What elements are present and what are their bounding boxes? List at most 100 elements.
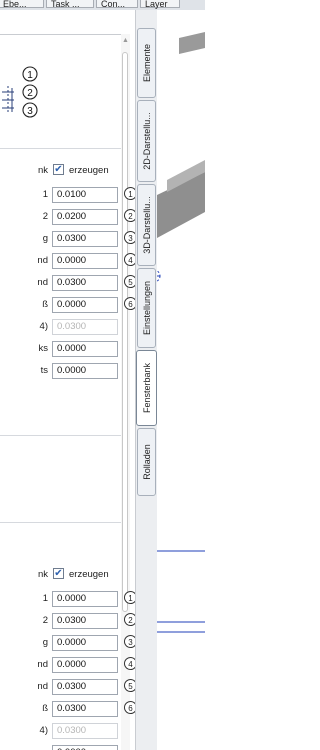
marker-badge: 4	[124, 253, 135, 266]
tab-fensterbank[interactable]: Fensterbank	[136, 350, 157, 426]
tab-label: Con...	[101, 0, 126, 9]
value-input[interactable]: 0.0000	[52, 657, 118, 673]
tab-task[interactable]: Task ...	[46, 0, 94, 9]
row-label: g	[42, 233, 48, 244]
divider	[0, 148, 121, 149]
marker-badge: 1	[124, 591, 135, 604]
row-label: 4)	[39, 725, 48, 736]
create-checkbox[interactable]: ✔	[53, 164, 64, 175]
param-row: g 0.0300 3	[0, 231, 135, 247]
diagram-marker-1: 1	[27, 70, 33, 81]
tab-label: Einstellungen	[141, 280, 152, 336]
row-label: ks	[38, 343, 49, 354]
marker-badge: 6	[124, 297, 135, 310]
marker-badge: 6	[124, 701, 135, 714]
value-input[interactable]: 0.0000	[52, 253, 118, 269]
divider	[0, 435, 121, 436]
row-label: ß	[42, 703, 48, 714]
value-input[interactable]: 0.0000	[52, 363, 118, 379]
tab-3d-darstellung[interactable]: 3D-Darstellu...	[137, 184, 156, 266]
create-row: nk ✔ erzeugen	[0, 567, 121, 583]
top-tab-strip: Ebe... Task ... Con... Layer	[0, 0, 205, 10]
marker-badge: 2	[124, 613, 135, 626]
sill-profile-diagram: 1 2 3	[0, 60, 120, 140]
marker-badge: 4	[124, 657, 135, 670]
create-label: erzeugen	[69, 165, 109, 176]
param-row: ks 0.0000	[0, 341, 121, 357]
value-input[interactable]: 0.0000	[52, 591, 118, 607]
scroll-thumb[interactable]	[122, 52, 128, 612]
tab-label: Ebe...	[3, 0, 27, 9]
row-label: nd	[37, 681, 48, 692]
value-input[interactable]: 0.0300	[52, 231, 118, 247]
row-label: nd	[37, 659, 48, 670]
value-input[interactable]: 0.0000	[52, 635, 118, 651]
param-row: 2 0.0200 2	[0, 209, 135, 225]
value-input[interactable]: 0.0000	[52, 297, 118, 313]
value-input[interactable]: 0.0100	[52, 187, 118, 203]
param-row: 4) 0.0300	[0, 319, 121, 335]
tab-layer[interactable]: Layer	[140, 0, 180, 9]
crosshair-icon	[157, 270, 161, 282]
param-row: g 0.0000 3	[0, 635, 135, 651]
marker-badge: 5	[124, 275, 135, 288]
diagram-marker-2: 2	[27, 88, 33, 99]
tab-2d-darstellung[interactable]: 2D-Darstellu...	[137, 100, 156, 182]
value-input[interactable]: 0.0300	[52, 701, 118, 717]
cad-viewport[interactable]	[157, 10, 205, 750]
value-input[interactable]: 0.0000	[52, 745, 118, 750]
param-row: ß 0.0000 6	[0, 297, 135, 313]
tab-label: Task ...	[51, 0, 80, 9]
row-label: ß	[42, 299, 48, 310]
tab-label: 2D-Darstellu...	[141, 112, 152, 170]
row-label: nk	[37, 569, 48, 580]
param-row: nd 0.0300 5	[0, 679, 135, 695]
create-checkbox[interactable]: ✔	[53, 568, 64, 579]
value-input[interactable]: 0.0200	[52, 209, 118, 225]
param-row: 1 0.0000 1	[0, 591, 135, 607]
row-label: 4)	[39, 321, 48, 332]
tab-label: Elemente	[141, 43, 152, 83]
row-label: 2	[42, 615, 48, 626]
tab-label: Rolladen	[141, 444, 152, 480]
3d-wall-shape	[157, 32, 205, 238]
value-input[interactable]: 0.0300	[52, 613, 118, 629]
param-row: nd 0.0000 4	[0, 253, 135, 269]
param-row: nd 0.0000 4	[0, 657, 135, 673]
side-tab-strip: Elemente 2D-Darstellu... 3D-Darstellu...…	[135, 10, 158, 750]
tab-einstellungen[interactable]: Einstellungen	[137, 268, 156, 348]
param-row: 2 0.0300 2	[0, 613, 135, 629]
tab-label: Fensterbank	[141, 362, 152, 414]
value-input[interactable]: 0.0300	[52, 275, 118, 291]
scroll-up-icon[interactable]: ▲	[121, 36, 130, 46]
row-label: nk	[37, 165, 48, 176]
row-label: 1	[42, 593, 48, 604]
tab-ebenen[interactable]: Ebe...	[0, 0, 44, 9]
param-row: 1 0.0100 1	[0, 187, 135, 203]
value-input: 0.0300	[52, 723, 118, 739]
row-label: nd	[37, 255, 48, 266]
tab-rolladen[interactable]: Rolladen	[137, 428, 156, 496]
tab-label: 3D-Darstellu...	[141, 196, 152, 254]
param-row: 0.0000	[0, 745, 121, 750]
profile-lines-icon	[2, 86, 14, 114]
row-label: ts	[40, 365, 48, 376]
tab-elemente[interactable]: Elemente	[137, 28, 156, 98]
row-label: nd	[37, 277, 48, 288]
row-label: g	[42, 637, 48, 648]
value-input[interactable]: 0.0300	[52, 679, 118, 695]
value-input[interactable]: 0.0000	[52, 341, 118, 357]
param-row: ts 0.0000	[0, 363, 121, 379]
marker-badge: 2	[124, 209, 135, 222]
marker-badge: 1	[124, 187, 135, 200]
tab-connect[interactable]: Con...	[96, 0, 138, 9]
divider	[0, 522, 121, 523]
marker-badge: 3	[124, 231, 135, 244]
param-row: 4) 0.0300	[0, 723, 121, 739]
diagram-marker-3: 3	[27, 106, 33, 117]
row-label: 2	[42, 211, 48, 222]
tab-label: Layer	[145, 0, 168, 9]
marker-badge: 5	[124, 679, 135, 692]
param-row: nd 0.0300 5	[0, 275, 135, 291]
value-input: 0.0300	[52, 319, 118, 335]
